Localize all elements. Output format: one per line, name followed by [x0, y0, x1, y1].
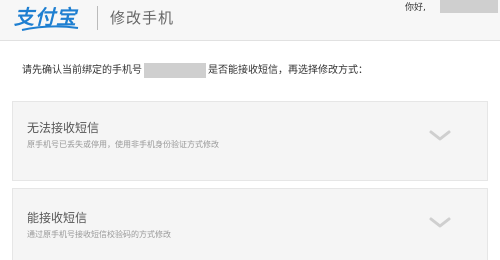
alipay-logo[interactable]: 支付宝: [14, 2, 90, 32]
greeting-text: 你好,: [405, 3, 426, 13]
option-cannot-receive-sms[interactable]: 无法接收短信 原手机号已丢失或停用，使用非手机身份验证方式修改: [12, 101, 488, 181]
option-title: 能接收短信: [27, 211, 88, 225]
instruction-text: 请先确认当前绑定的手机号 是否能接收短信，再选择修改方式：: [22, 63, 368, 78]
option-description: 原手机号已丢失或停用，使用非手机身份验证方式修改: [27, 140, 219, 149]
instruction-prefix: 请先确认当前绑定的手机号: [22, 64, 142, 76]
top-header: 支付宝 修改手机 你好,: [0, 0, 500, 41]
page-title: 修改手机: [110, 9, 175, 27]
logo-swoosh-icon: [21, 25, 79, 31]
option-description: 通过原手机号接收短信校验码的方式修改: [27, 230, 171, 239]
chevron-down-icon[interactable]: [429, 217, 451, 229]
header-divider: [97, 6, 98, 30]
chevron-down-icon[interactable]: [429, 130, 451, 142]
option-can-receive-sms[interactable]: 能接收短信 通过原手机号接收短信校验码的方式修改: [12, 188, 488, 260]
phone-number-redacted: [144, 63, 206, 78]
option-title: 无法接收短信: [27, 121, 100, 135]
instruction-suffix: 是否能接收短信，再选择修改方式：: [208, 64, 368, 76]
username-redacted: [440, 0, 498, 13]
